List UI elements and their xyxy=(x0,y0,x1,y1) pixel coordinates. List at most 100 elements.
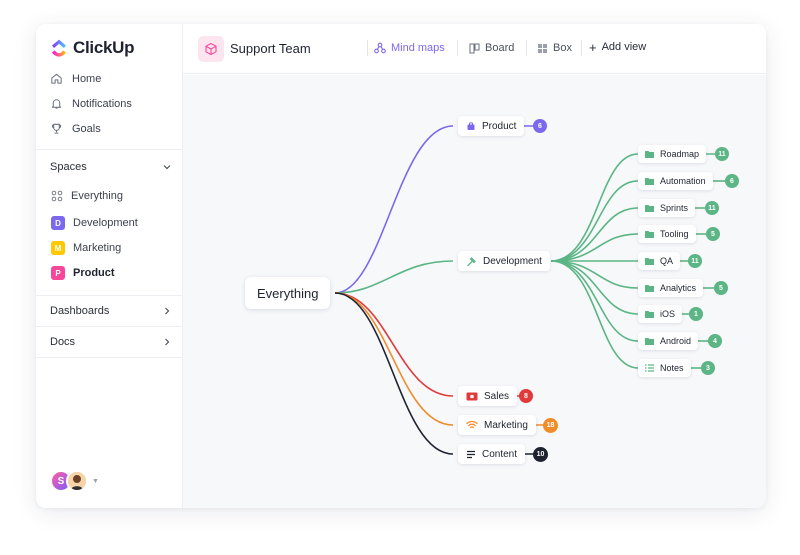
top-bar: Support Team Mind maps Board Box + Add v… xyxy=(183,24,766,74)
divider xyxy=(457,40,458,56)
plus-icon: + xyxy=(589,39,597,55)
clickup-logo[interactable]: ClickUp xyxy=(50,38,135,58)
workspace-title: Support Team xyxy=(230,41,311,56)
branch-product[interactable]: Product xyxy=(458,116,525,136)
child-qa-label: QA xyxy=(660,256,674,266)
sidebar-divider xyxy=(36,357,182,358)
mind-map-canvas[interactable]: Everything Product 6 Development Sales 8… xyxy=(183,75,766,508)
count-badge: 11 xyxy=(688,254,702,268)
user-menu[interactable]: S ▼ xyxy=(50,470,99,492)
dashboards-item[interactable]: Dashboards xyxy=(50,305,172,317)
connector-notes xyxy=(550,260,639,369)
count-badge: 5 xyxy=(714,281,728,295)
count-badge: 3 xyxy=(701,361,715,375)
add-view-button[interactable]: + Add view xyxy=(589,39,646,55)
board-icon xyxy=(469,43,480,53)
trophy-icon xyxy=(51,123,62,134)
space-product[interactable]: P Product xyxy=(51,266,115,280)
space-marketing[interactable]: M Marketing xyxy=(51,241,121,255)
docs-label: Docs xyxy=(50,336,76,348)
branch-development[interactable]: Development xyxy=(458,251,550,271)
text-lines-icon xyxy=(467,450,475,458)
child-roadmap-label: Roadmap xyxy=(660,149,700,159)
count-badge: 11 xyxy=(705,201,719,215)
folder-icon xyxy=(645,285,654,292)
nav-goals-label: Goals xyxy=(72,122,101,135)
cube-icon xyxy=(205,42,217,56)
child-automation-label: Automation xyxy=(660,176,706,186)
branch-content-label: Content xyxy=(482,448,518,460)
space-development[interactable]: D Development xyxy=(51,216,138,230)
branch-sales-label: Sales xyxy=(484,390,510,402)
branch-content[interactable]: Content xyxy=(458,444,526,464)
branch-marketing-label: Marketing xyxy=(484,419,528,431)
count-badge: 8 xyxy=(519,389,533,403)
divider xyxy=(367,40,368,56)
divider xyxy=(581,40,582,56)
space-development-label: Development xyxy=(73,217,138,229)
child-sprints-label: Sprints xyxy=(660,203,689,213)
child-sprints[interactable]: Sprints xyxy=(638,199,696,217)
chevron-right-icon xyxy=(165,338,170,346)
tab-box-label: Box xyxy=(553,42,572,54)
count-badge: 1 xyxy=(689,307,703,321)
count-badge: 5 xyxy=(706,227,720,241)
count-badge: 6 xyxy=(533,119,547,133)
count-badge: 4 xyxy=(708,334,722,348)
sidebar-divider xyxy=(36,326,182,327)
clickup-logo-icon xyxy=(52,39,66,57)
branch-marketing[interactable]: Marketing xyxy=(458,415,536,435)
divider xyxy=(526,40,527,56)
child-analytics[interactable]: Analytics xyxy=(638,279,704,297)
home-icon xyxy=(51,73,62,84)
child-roadmap[interactable]: Roadmap xyxy=(638,145,707,163)
tab-board-label: Board xyxy=(485,42,515,54)
folder-icon xyxy=(645,178,654,185)
nav-home-label: Home xyxy=(72,72,102,85)
caret-down-icon: ▼ xyxy=(92,477,99,485)
connector-content xyxy=(334,292,454,455)
workspace-icon xyxy=(198,36,224,62)
docs-item[interactable]: Docs xyxy=(50,336,172,348)
root-node[interactable]: Everything xyxy=(245,277,331,309)
wifi-icon xyxy=(466,420,478,429)
child-tooling[interactable]: Tooling xyxy=(638,225,696,243)
spaces-header[interactable]: Spaces xyxy=(50,161,172,173)
connector-marketing xyxy=(334,292,454,426)
brand-name: ClickUp xyxy=(73,38,135,57)
space-everything[interactable]: Everything xyxy=(51,190,123,202)
space-badge: D xyxy=(51,216,65,230)
bag-icon xyxy=(467,122,475,130)
mind-map-icon xyxy=(374,42,386,54)
child-ios[interactable]: iOS xyxy=(638,305,683,323)
child-android-label: Android xyxy=(660,336,692,346)
space-product-label: Product xyxy=(73,267,115,279)
hammer-icon xyxy=(467,256,476,266)
child-android[interactable]: Android xyxy=(638,332,699,350)
space-everything-label: Everything xyxy=(71,190,123,202)
nav-goals[interactable]: Goals xyxy=(50,122,101,135)
space-badge: P xyxy=(51,266,65,280)
tab-board[interactable]: Board xyxy=(469,42,514,54)
nav-notifications[interactable]: Notifications xyxy=(50,97,132,110)
folder-icon xyxy=(645,231,654,238)
tab-box[interactable]: Box xyxy=(537,42,572,54)
connector-sales xyxy=(334,292,454,397)
sidebar-divider xyxy=(36,149,182,150)
space-badge: M xyxy=(51,241,65,255)
chevron-down-icon[interactable] xyxy=(162,162,172,172)
tab-mind-maps[interactable]: Mind maps xyxy=(374,42,445,54)
branch-sales[interactable]: Sales xyxy=(458,386,518,406)
child-qa[interactable]: QA xyxy=(638,252,681,270)
connector-roadmap xyxy=(550,153,639,262)
child-notes[interactable]: Notes xyxy=(638,359,691,377)
child-ios-label: iOS xyxy=(660,309,676,319)
nav-home[interactable]: Home xyxy=(50,72,101,85)
child-automation[interactable]: Automation xyxy=(638,172,713,190)
folder-icon xyxy=(645,151,654,158)
root-node-label: Everything xyxy=(257,285,319,301)
sidebar-divider xyxy=(36,295,182,296)
tab-mind-maps-label: Mind maps xyxy=(391,42,445,54)
count-badge: 11 xyxy=(715,147,729,161)
sidebar: ClickUp Home Notifications Goals Spaces … xyxy=(36,24,183,508)
